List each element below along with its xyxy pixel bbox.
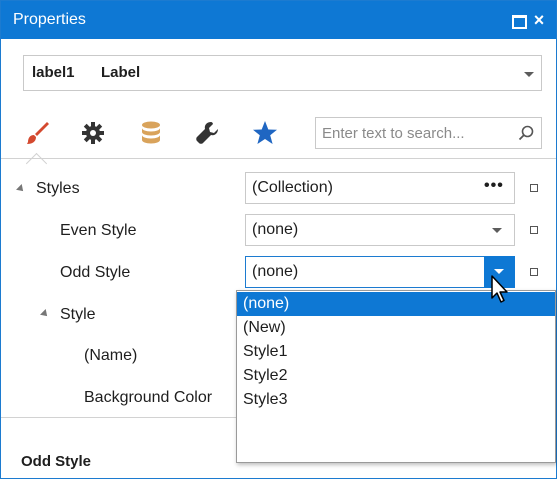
- description-title: Odd Style: [21, 453, 92, 470]
- collapse-style-icon[interactable]: [40, 309, 50, 319]
- dropdown-option[interactable]: (New): [237, 316, 555, 340]
- object-name: label1: [32, 64, 75, 81]
- property-label-styles: Styles: [36, 180, 80, 197]
- reset-marker-styles[interactable]: [530, 184, 538, 192]
- object-type: Label: [101, 64, 141, 81]
- property-label-style: Style: [60, 306, 96, 323]
- dropdown-option[interactable]: Style1: [237, 340, 555, 364]
- property-editor-odd-style[interactable]: (none): [245, 256, 515, 288]
- property-label-odd-style: Odd Style: [60, 264, 131, 281]
- maximize-button[interactable]: [508, 10, 528, 30]
- property-value-styles: (Collection): [252, 179, 333, 196]
- property-label-even-style: Even Style: [60, 222, 137, 239]
- property-label-name: (Name): [84, 347, 138, 364]
- collapse-styles-icon[interactable]: [16, 184, 26, 194]
- property-editor-even-style[interactable]: (none): [245, 214, 515, 246]
- search-input[interactable]: [315, 117, 542, 149]
- ellipsis-button[interactable]: •••: [484, 177, 504, 195]
- title-bar: Properties ×: [1, 1, 556, 39]
- tab-data[interactable]: [133, 115, 169, 151]
- dropdown-option[interactable]: Style2: [237, 364, 555, 388]
- tab-favorites[interactable]: [247, 115, 283, 151]
- object-selector[interactable]: label1 Label: [23, 55, 542, 91]
- tab-appearance[interactable]: [19, 115, 55, 151]
- brush-icon: [27, 122, 49, 144]
- dropdown-option[interactable]: Style3: [237, 388, 555, 412]
- chevron-down-icon[interactable]: [524, 72, 534, 77]
- mouse-cursor-icon: [491, 275, 508, 303]
- close-button[interactable]: ×: [529, 10, 549, 30]
- gear-icon: [82, 122, 104, 144]
- tab-behavior[interactable]: [75, 115, 111, 151]
- reset-marker-even-style[interactable]: [530, 226, 538, 234]
- wrench-icon: [196, 122, 218, 144]
- search-icon[interactable]: [517, 124, 535, 142]
- reset-marker-odd-style[interactable]: [530, 268, 538, 276]
- window-title: Properties: [13, 11, 86, 28]
- toolbar-separator: [1, 158, 556, 159]
- star-icon: [253, 121, 277, 144]
- property-value-even-style: (none): [252, 221, 299, 238]
- database-icon: [142, 121, 160, 144]
- property-value-odd-style: (none): [252, 263, 299, 280]
- properties-panel: Properties × label1 Label Enter text to …: [0, 0, 557, 479]
- property-label-background-color: Background Color: [84, 389, 213, 406]
- property-editor-styles[interactable]: (Collection) •••: [245, 172, 515, 204]
- style-dropdown-list: (none) (New) Style1 Style2 Style3: [236, 290, 556, 463]
- tab-design[interactable]: [189, 115, 225, 151]
- chevron-down-icon[interactable]: [492, 228, 502, 233]
